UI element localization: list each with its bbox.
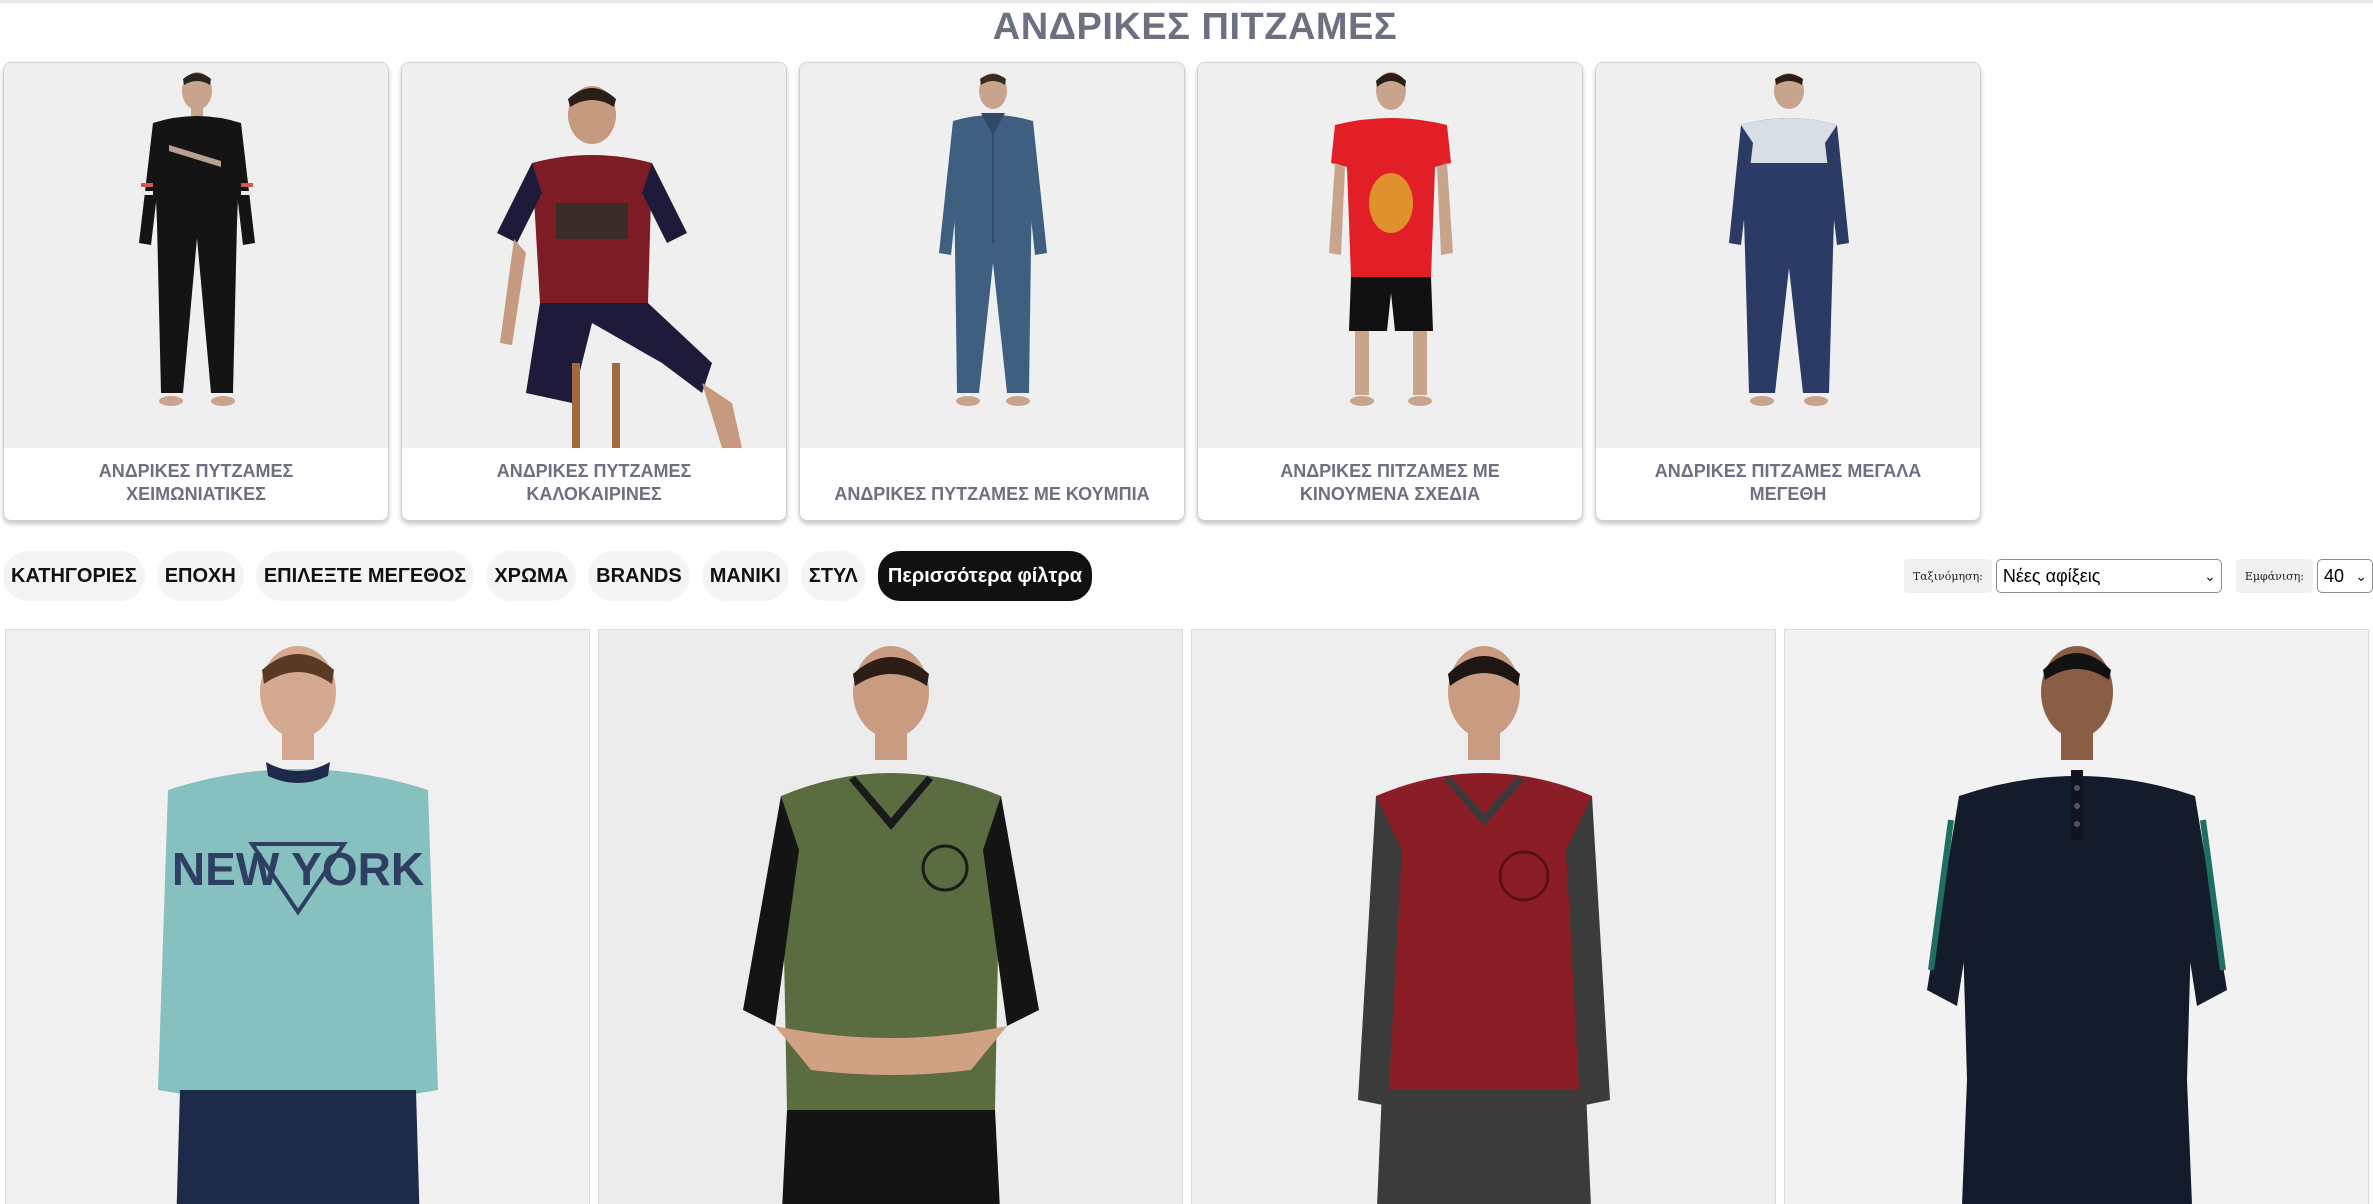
chevron-down-icon: ⌄	[2355, 567, 2367, 584]
subcategory-label[interactable]: ΑΝΔΡΙΚΕΣ ΠΙΤΖΑΜΕΣ ΜΕ ΚΙΝΟΥΜΕΝΑ ΣΧΕΔΙΑ	[1198, 448, 1582, 520]
chevron-down-icon: ⌄	[2204, 567, 2216, 584]
subcategory-label[interactable]: ΑΝΔΡΙΚΕΣ ΠΥΤΖΑΜΕΣ ΧΕΙΜΩΝΙΑΤΙΚΕΣ	[4, 448, 388, 520]
product-grid: NEW YORK	[5, 629, 2369, 1204]
product-card[interactable]	[598, 629, 1183, 1204]
per-page-select[interactable]: 40 ⌄	[2317, 559, 2373, 593]
product-image[interactable]	[599, 630, 1183, 1204]
product-image[interactable]: NEW YORK	[6, 630, 590, 1204]
product-image[interactable]	[1785, 630, 2369, 1204]
subcategory-image[interactable]	[800, 63, 1184, 448]
per-page-label: Εμφάνιση:	[2235, 559, 2313, 593]
filter-bar: ΚΑΤΗΓΟΡΙΕΣ ΕΠΟΧΗ ΕΠΙΛΕΞΤΕ ΜΕΓΕΘΟΣ ΧΡΩΜΑ …	[3, 551, 1093, 601]
filter-style[interactable]: ΣΤΥΛ	[800, 551, 866, 601]
product-card[interactable]: NEW YORK	[5, 629, 590, 1204]
subcategory-card-buttons[interactable]: ΑΝΔΡΙΚΕΣ ΠΥΤΖΑΜΕΣ ΜΕ ΚΟΥΜΠΙΑ	[799, 62, 1185, 521]
subcategory-image[interactable]	[402, 63, 786, 448]
subcategory-image[interactable]	[4, 63, 388, 448]
subcategory-label[interactable]: ΑΝΔΡΙΚΕΣ ΠΥΤΖΑΜΕΣ ΚΑΛΟΚΑΙΡΙΝΕΣ	[402, 448, 786, 520]
top-divider	[0, 0, 2373, 3]
subcategory-card-winter[interactable]: ΑΝΔΡΙΚΕΣ ΠΥΤΖΑΜΕΣ ΧΕΙΜΩΝΙΑΤΙΚΕΣ	[3, 62, 389, 521]
subcategory-image[interactable]	[1596, 63, 1980, 448]
subcategory-card-cartoon[interactable]: ΑΝΔΡΙΚΕΣ ΠΙΤΖΑΜΕΣ ΜΕ ΚΙΝΟΥΜΕΝΑ ΣΧΕΔΙΑ	[1197, 62, 1583, 521]
svg-text:NEW YORK: NEW YORK	[172, 843, 424, 895]
subcategory-card-summer[interactable]: ΑΝΔΡΙΚΕΣ ΠΥΤΖΑΜΕΣ ΚΑΛΟΚΑΙΡΙΝΕΣ	[401, 62, 787, 521]
subcategory-label[interactable]: ΑΝΔΡΙΚΕΣ ΠΙΤΖΑΜΕΣ ΜΕΓΑΛΑ ΜΕΓΕΘΗ	[1596, 448, 1980, 520]
product-card[interactable]	[1784, 629, 2369, 1204]
filter-sleeve[interactable]: ΜΑΝΙΚΙ	[701, 551, 789, 601]
sort-bar: Ταξινόμηση: Νέες αφίξεις ⌄ Εμφάνιση: 40 …	[1903, 559, 2373, 593]
per-page-value: 40	[2324, 565, 2345, 586]
product-image[interactable]	[1192, 630, 1776, 1204]
subcategory-row: ΑΝΔΡΙΚΕΣ ΠΥΤΖΑΜΕΣ ΧΕΙΜΩΝΙΑΤΙΚΕΣ ΑΝΔΡΙΚΕΣ…	[3, 62, 1981, 521]
filter-season[interactable]: ΕΠΟΧΗ	[156, 551, 244, 601]
filter-color[interactable]: ΧΡΩΜΑ	[486, 551, 577, 601]
product-card[interactable]	[1191, 629, 1776, 1204]
subcategory-label[interactable]: ΑΝΔΡΙΚΕΣ ΠΥΤΖΑΜΕΣ ΜΕ ΚΟΥΜΠΙΑ	[800, 448, 1184, 520]
sort-label: Ταξινόμηση:	[1903, 559, 1992, 593]
filter-size[interactable]: ΕΠΙΛΕΞΤΕ ΜΕΓΕΘΟΣ	[255, 551, 475, 601]
sort-value: Νέες αφίξεις	[2002, 565, 2101, 586]
subcategory-card-plus-size[interactable]: ΑΝΔΡΙΚΕΣ ΠΙΤΖΑΜΕΣ ΜΕΓΑΛΑ ΜΕΓΕΘΗ	[1595, 62, 1981, 521]
filter-brands[interactable]: BRANDS	[588, 551, 690, 601]
more-filters-button[interactable]: Περισσότερα φίλτρα	[877, 551, 1093, 601]
page-title: ΑΝΔΡΙΚΕΣ ΠΙΤΖΑΜΕΣ	[992, 6, 1398, 48]
sort-select[interactable]: Νέες αφίξεις ⌄	[1995, 559, 2222, 593]
filter-categories[interactable]: ΚΑΤΗΓΟΡΙΕΣ	[3, 551, 145, 601]
subcategory-image[interactable]	[1198, 63, 1582, 448]
